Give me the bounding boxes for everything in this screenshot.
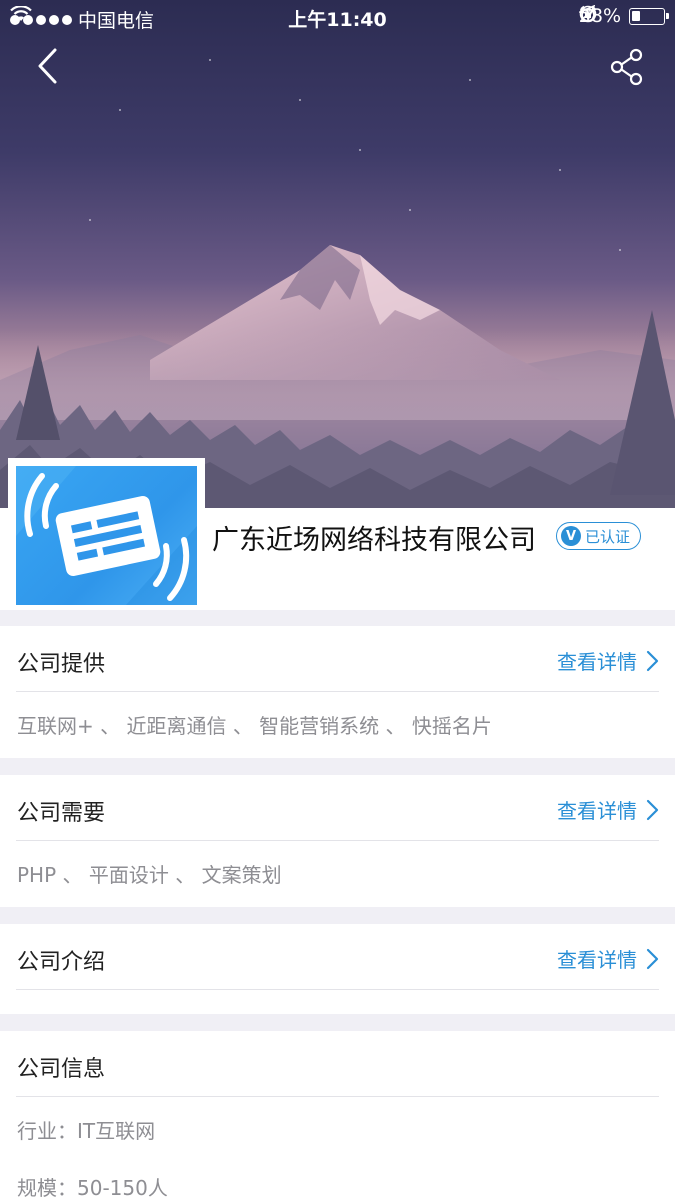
alarm-icon: [580, 5, 596, 22]
section-title: 公司提供: [17, 652, 106, 677]
chevron-right-icon: [646, 799, 659, 820]
nfc-card-icon: [16, 466, 197, 605]
info-scale: 规模：50-150人: [17, 1176, 168, 1200]
section-title: 公司信息: [17, 1057, 106, 1082]
chevron-right-icon: [646, 650, 659, 671]
chevron-left-icon: [38, 48, 57, 84]
section-provides: 公司提供 查看详情 互联网+ 、 近距离通信 、 智能营销系统 、 快摇名片: [0, 626, 675, 758]
section-divider: [16, 691, 659, 692]
verified-label: 已认证: [585, 527, 631, 546]
section-divider: [16, 1096, 659, 1097]
company-logo: [16, 466, 197, 605]
section-divider: [16, 840, 659, 841]
section-title: 公司介绍: [17, 950, 106, 975]
mountain-illustration: [0, 59, 675, 508]
verified-badge: V 已认证: [556, 522, 642, 550]
intro-details-link[interactable]: 查看详情: [557, 944, 659, 973]
needs-details-link[interactable]: 查看详情: [557, 795, 659, 824]
details-link-label: 查看详情: [557, 799, 637, 823]
chevron-right-icon: [646, 948, 659, 969]
provides-tags: 互联网+ 、 近距离通信 、 智能营销系统 、 快摇名片: [17, 714, 492, 738]
status-bar: 中国电信 上午11:40 28%: [0, 0, 675, 34]
provides-details-link[interactable]: 查看详情: [557, 646, 659, 675]
company-logo-frame: [8, 458, 205, 605]
needs-tags: PHP 、 平面设计 、 文案策划: [17, 863, 282, 887]
verified-icon: V: [561, 526, 581, 546]
hero-banner: 中国电信 上午11:40 28%: [0, 0, 675, 508]
details-link-label: 查看详情: [557, 948, 637, 972]
info-industry: 行业：IT互联网: [17, 1119, 156, 1143]
section-divider: [16, 989, 659, 990]
section-intro: 公司介绍 查看详情: [0, 924, 675, 1014]
back-button[interactable]: [26, 44, 70, 88]
battery-level: [632, 10, 640, 21]
details-link-label: 查看详情: [557, 650, 637, 674]
status-time: 上午11:40: [288, 9, 387, 31]
section-needs: 公司需要 查看详情 PHP 、 平面设计 、 文案策划: [0, 775, 675, 907]
share-icon: [610, 48, 643, 86]
section-title: 公司需要: [17, 801, 106, 826]
battery-icon: [629, 7, 669, 25]
section-info: 公司信息 行业：IT互联网 规模：50-150人: [0, 1031, 675, 1200]
status-right: 28%: [578, 5, 669, 27]
company-name: 广东近场网络科技有限公司: [212, 525, 536, 556]
share-button[interactable]: [607, 46, 649, 88]
